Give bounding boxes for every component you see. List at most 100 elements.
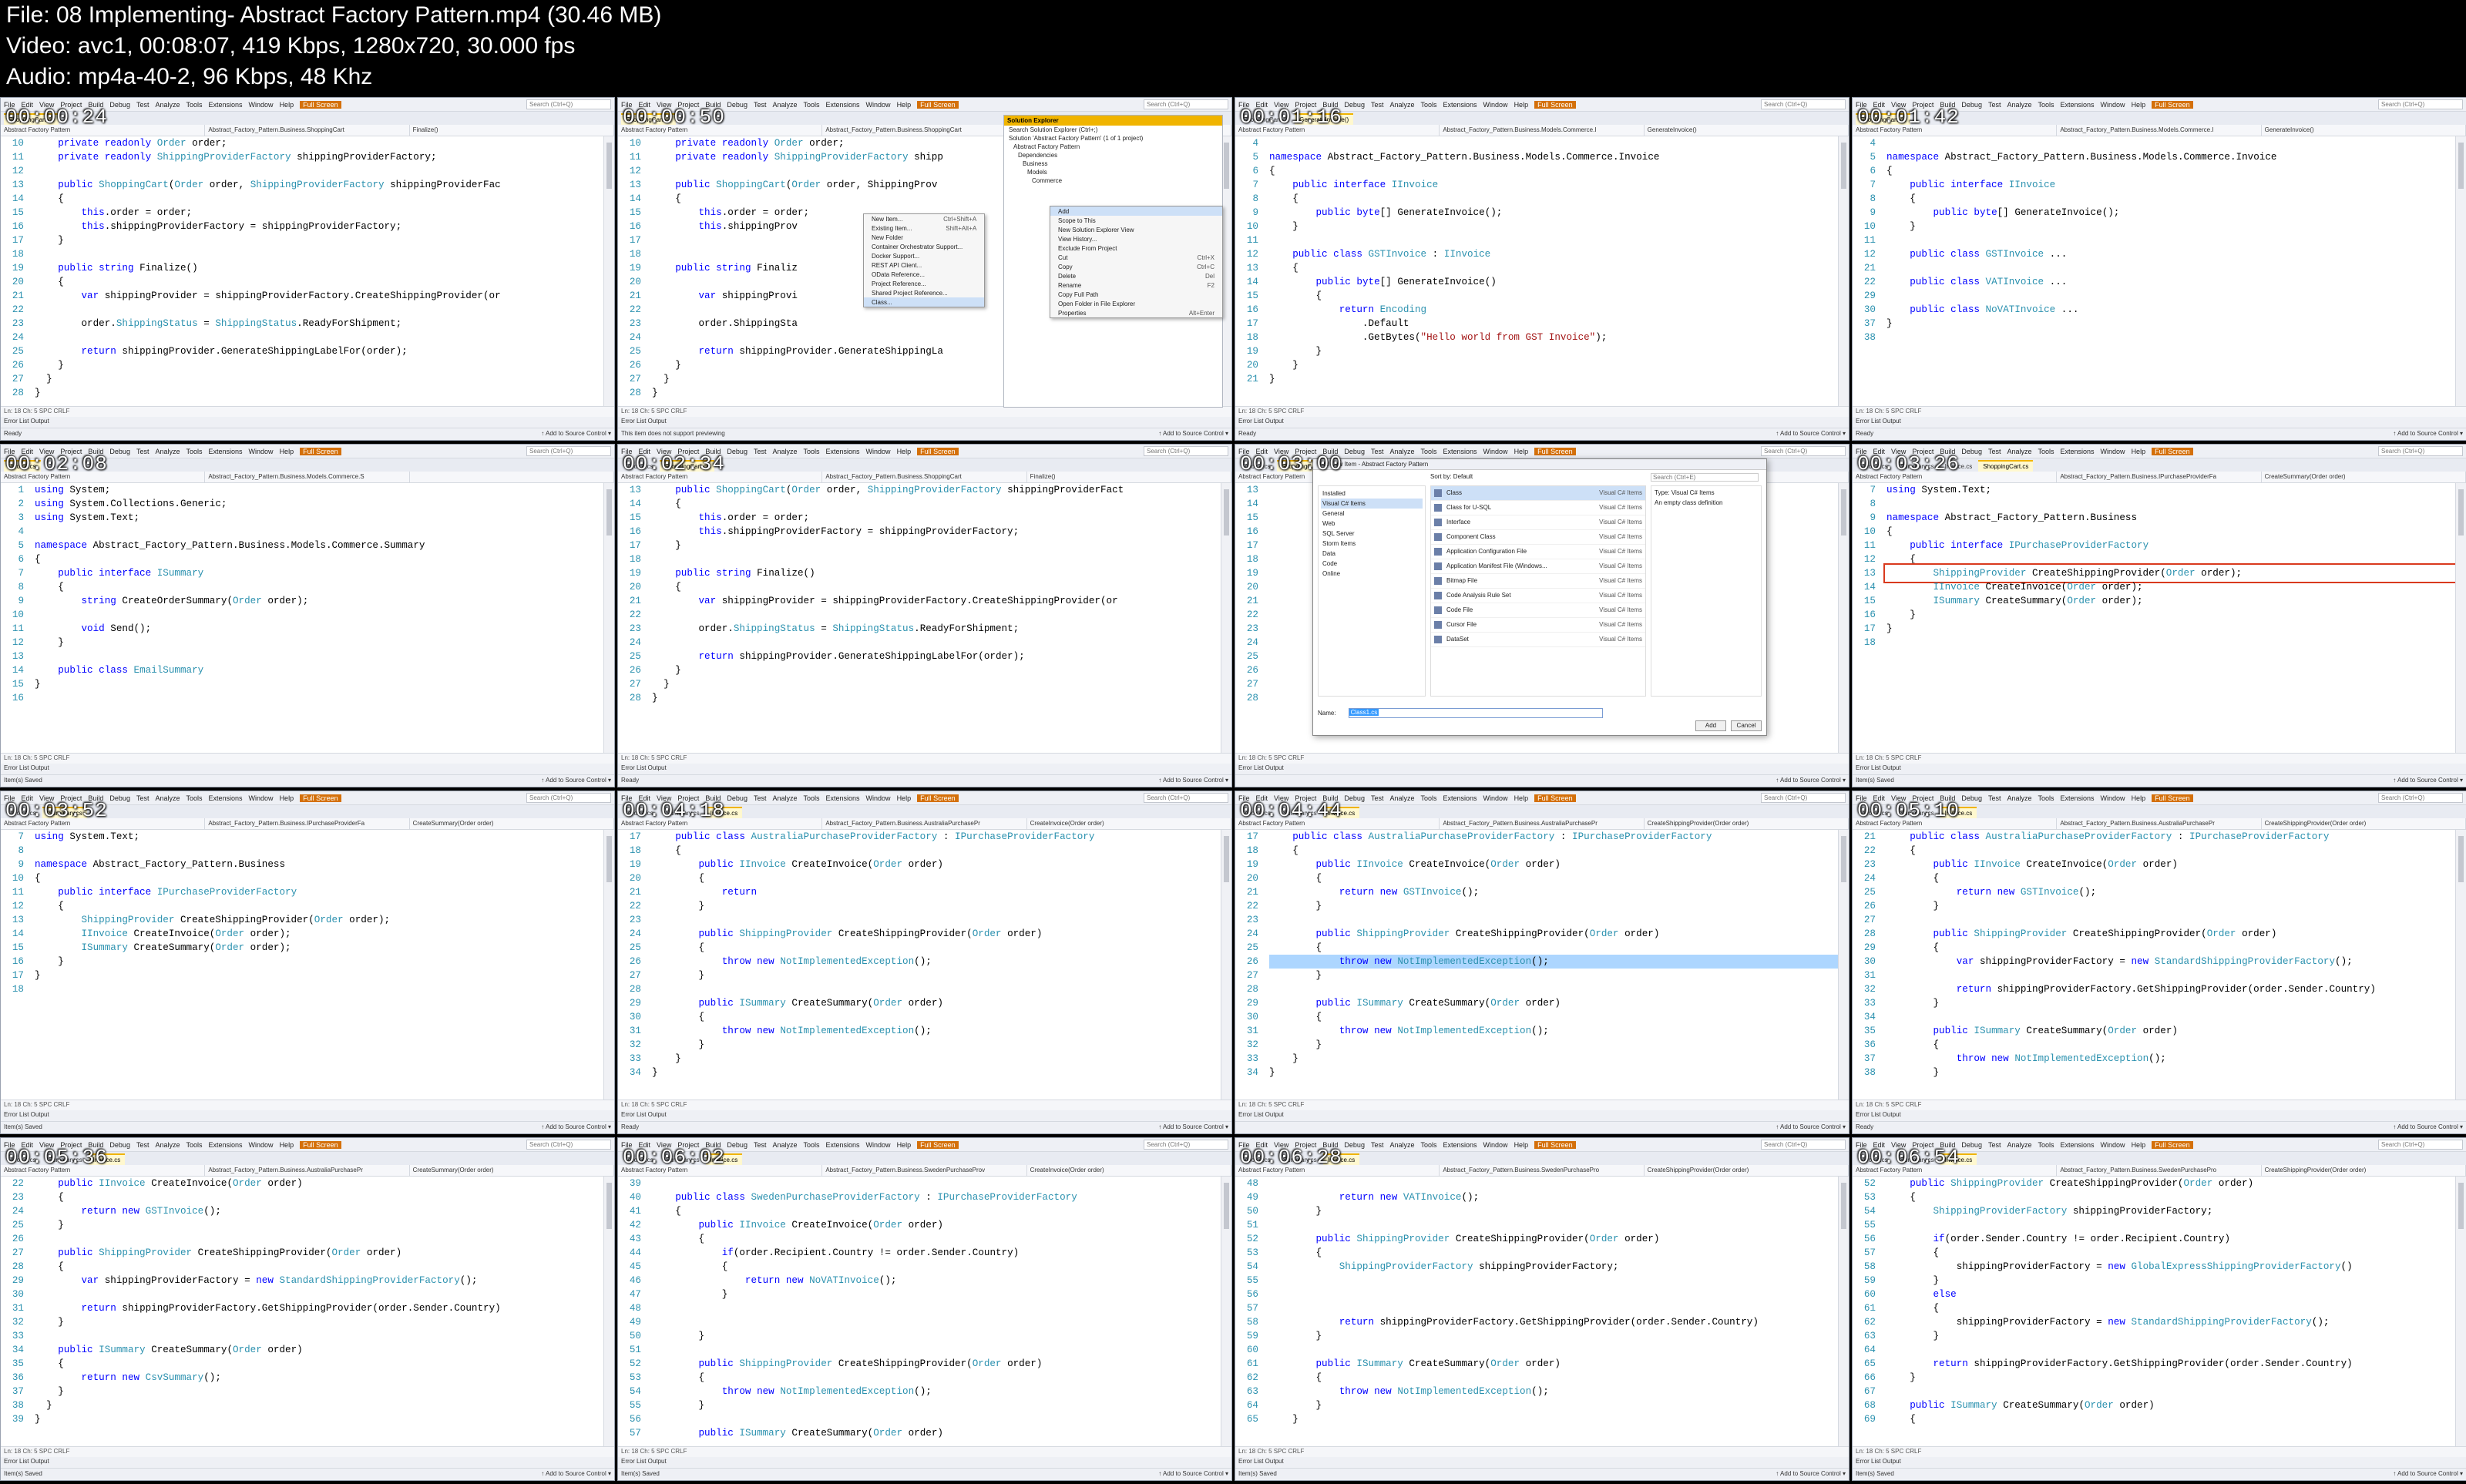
nav-dropdown[interactable]: Abstract_Factory_Pattern.Business.Austra… (822, 818, 1027, 829)
context-menu-item[interactable]: Project Reference... (864, 279, 984, 288)
nav-dropdown[interactable]: Finalize() (410, 125, 614, 136)
menu-item[interactable]: Test (754, 101, 767, 109)
menu-item[interactable]: Window (866, 101, 891, 109)
menu-item[interactable]: Window (1483, 448, 1508, 455)
menu-item[interactable]: Extensions (2061, 1141, 2095, 1149)
menu-item[interactable]: Full Screen (300, 1140, 341, 1149)
category-item[interactable]: Storm Items (1321, 539, 1423, 549)
context-menu-item[interactable]: Copy Full Path (1050, 290, 1222, 299)
code-editor[interactable]: 39 40 public class SwedenPurchaseProvider… (618, 1177, 1221, 1446)
category-item[interactable]: Web (1321, 519, 1423, 529)
template-item[interactable]: Component Class Visual C# Items (1431, 530, 1645, 545)
code-editor[interactable]: 13 public ShoppingCart(Order order, Ship… (618, 483, 1221, 753)
context-menu-item[interactable]: Rename F2 (1050, 280, 1222, 290)
template-item[interactable]: Code File Visual C# Items (1431, 603, 1645, 618)
context-menu-item[interactable]: Scope to This (1050, 216, 1222, 225)
menu-item[interactable]: Test (754, 1141, 767, 1149)
menu-item[interactable]: Analyze (1389, 794, 1414, 802)
search-input[interactable]: Search (Ctrl+Q) (526, 1140, 611, 1150)
scroll-thumb[interactable] (1224, 143, 1229, 189)
menu-item[interactable]: Extensions (209, 1141, 243, 1149)
error-list-tabs[interactable]: Error List Output (1, 417, 614, 428)
menu-item[interactable]: Help (280, 1141, 294, 1149)
nav-dropdown[interactable]: GenerateInvoice() (1645, 125, 1849, 136)
error-list-tabs[interactable]: Error List Output (1235, 1457, 1849, 1468)
solution-tree-item[interactable]: Solution 'Abstract Factory Pattern' (1 o… (1004, 134, 1222, 143)
scroll-thumb[interactable] (606, 1183, 612, 1229)
menu-item[interactable]: Extensions (2061, 794, 2095, 802)
template-item[interactable]: Cursor File Visual C# Items (1431, 618, 1645, 633)
search-input[interactable]: Search (Ctrl+Q) (2378, 446, 2463, 456)
menu-item[interactable]: Window (2101, 101, 2125, 109)
code-editor[interactable]: 4 5 namespace Abstract_Factory_Pattern.Bus… (1853, 136, 2455, 406)
nav-dropdown[interactable]: Abstract_Factory_Pattern.Business.Austra… (2057, 818, 2262, 829)
context-menu-item[interactable]: Existing Item... Shift+Alt+A (864, 223, 984, 233)
code-editor[interactable]: 17 public class AustraliaPurchaseProvide… (618, 830, 1221, 1100)
code-editor[interactable]: 21 public class AustraliaPurchaseProvide… (1853, 830, 2455, 1100)
nav-dropdown[interactable]: CreateShippingProvider(Order order) (1645, 1165, 1849, 1176)
nav-dropdown[interactable]: Abstract_Factory_Pattern.Business.Sweden… (822, 1165, 1027, 1176)
nav-dropdown[interactable]: Abstract_Factory_Pattern.Business.Austra… (205, 1165, 410, 1176)
menu-item[interactable]: Window (1483, 101, 1508, 109)
add-to-source-control[interactable]: ↑ Add to Source Control ▾ (1158, 1470, 1228, 1479)
category-item[interactable]: Installed (1321, 489, 1423, 499)
menu-item[interactable]: Tools (2038, 101, 2054, 109)
code-editor[interactable]: 17 public class AustraliaPurchaseProvide… (1235, 830, 1838, 1100)
menu-item[interactable]: Full Screen (2152, 100, 2193, 109)
code-editor[interactable]: 52 public ShippingProvider CreateShippin… (1853, 1177, 2455, 1446)
vertical-scrollbar[interactable] (2455, 1177, 2466, 1446)
error-list-tabs[interactable]: Error List Output (1, 1457, 614, 1468)
solution-tree-item[interactable]: Models (1004, 168, 1222, 176)
scroll-thumb[interactable] (2458, 489, 2464, 536)
name-input[interactable]: Class1.cs (1348, 708, 1603, 718)
menu-item[interactable]: Full Screen (917, 1140, 959, 1149)
menu-item[interactable]: Extensions (1443, 101, 1477, 109)
nav-dropdown[interactable]: CreateShippingProvider(Order order) (2262, 1165, 2466, 1176)
menu-item[interactable]: Extensions (2061, 101, 2095, 109)
error-list-tabs[interactable]: Error List Output (1, 1110, 614, 1121)
add-to-source-control[interactable]: ↑ Add to Source Control ▾ (2393, 1470, 2463, 1479)
context-menu-item[interactable]: Open Folder in File Explorer (1050, 299, 1222, 308)
menu-item[interactable]: Tools (804, 794, 820, 802)
search-input[interactable]: Search (Ctrl+Q) (1144, 446, 1228, 456)
error-list-tabs[interactable]: Error List Output (1235, 417, 1849, 428)
error-list-tabs[interactable]: Error List Output (1853, 1110, 2466, 1121)
scroll-thumb[interactable] (2458, 143, 2464, 189)
menu-item[interactable]: Help (897, 101, 912, 109)
menu-item[interactable]: Extensions (209, 448, 243, 455)
search-input[interactable]: Search (Ctrl+Q) (526, 446, 611, 456)
error-list-tabs[interactable]: Error List Output (1, 764, 614, 774)
vertical-scrollbar[interactable] (1221, 830, 1231, 1100)
search-input[interactable]: Search (Ctrl+Q) (2378, 99, 2463, 109)
scroll-thumb[interactable] (1224, 489, 1229, 536)
menu-item[interactable]: Debug (109, 1141, 130, 1149)
search-input[interactable]: Search (Ctrl+Q) (1144, 99, 1228, 109)
context-menu-item[interactable]: New Item... Ctrl+Shift+A (864, 214, 984, 223)
menu-item[interactable]: Analyze (155, 101, 180, 109)
search-input[interactable]: Search (Ctrl+Q) (1144, 793, 1228, 803)
nav-dropdown[interactable]: Abstract_Factory_Pattern.Business.IPurch… (2057, 472, 2262, 482)
menu-item[interactable]: Full Screen (917, 794, 959, 802)
vertical-scrollbar[interactable] (1838, 1177, 1849, 1446)
code-editor[interactable]: 10 private readonly Order order; 11 priva… (1, 136, 603, 406)
menu-item[interactable]: Help (1514, 1141, 1529, 1149)
menu-item[interactable]: Help (280, 101, 294, 109)
error-list-tabs[interactable]: Error List Output (618, 1457, 1231, 1468)
nav-dropdown[interactable]: Abstract_Factory_Pattern.Business.Sweden… (1440, 1165, 1645, 1176)
scroll-thumb[interactable] (2458, 1183, 2464, 1229)
menu-item[interactable]: Analyze (1389, 1141, 1414, 1149)
menu-item[interactable]: Analyze (772, 101, 797, 109)
menu-item[interactable]: Analyze (155, 1141, 180, 1149)
error-list-tabs[interactable]: Error List Output (1853, 764, 2466, 774)
menu-item[interactable]: Window (249, 448, 274, 455)
search-input[interactable]: Search (Ctrl+Q) (2378, 793, 2463, 803)
menu-item[interactable]: Analyze (2007, 448, 2031, 455)
context-menu-item[interactable]: REST API Client... (864, 260, 984, 270)
menu-item[interactable]: Debug (1961, 448, 1982, 455)
menu-item[interactable]: Debug (1961, 1141, 1982, 1149)
error-list-tabs[interactable]: Error List Output (618, 764, 1231, 774)
document-tab[interactable]: ShoppingCart.cs (1978, 460, 2034, 472)
menu-item[interactable]: Full Screen (1534, 100, 1576, 109)
search-input[interactable]: Search (Ctrl+Q) (526, 793, 611, 803)
nav-dropdown[interactable]: Finalize() (1027, 472, 1231, 482)
